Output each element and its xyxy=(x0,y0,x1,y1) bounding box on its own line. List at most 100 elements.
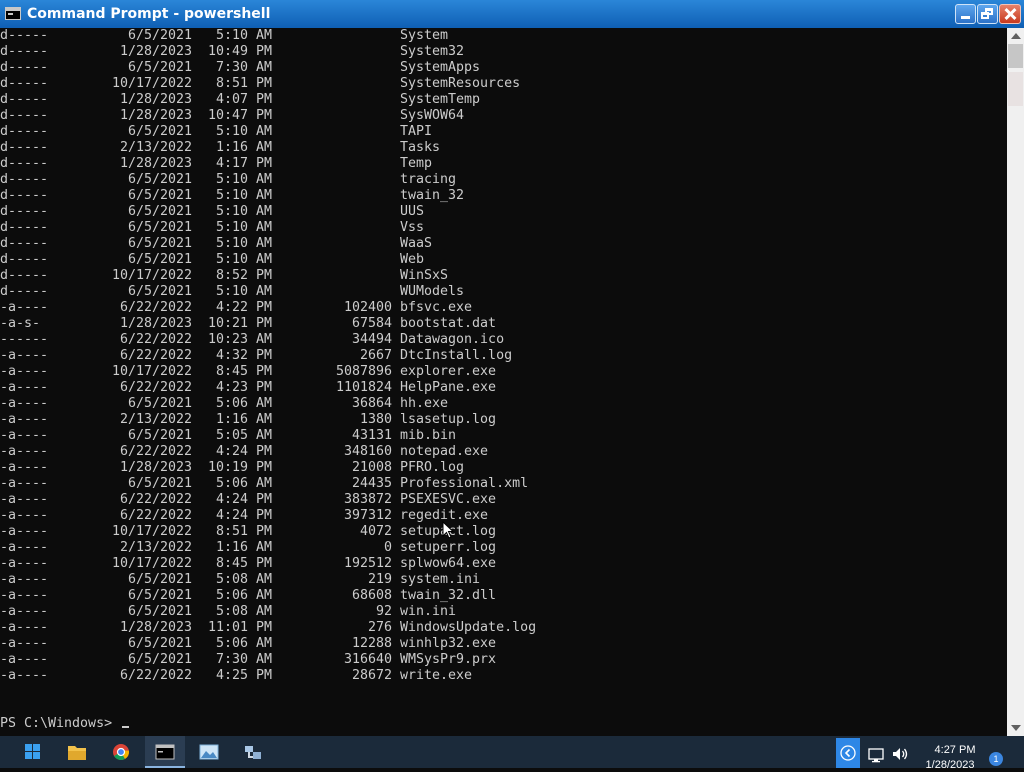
item-time: 4:32 PM xyxy=(215,348,272,363)
command-prompt-icon xyxy=(155,744,175,760)
item-date: 6/22/2022 xyxy=(119,492,192,507)
item-date: 6/5/2021 xyxy=(127,284,192,299)
item-name: hh.exe xyxy=(400,396,449,411)
item-length: 383872 xyxy=(343,492,392,507)
scroll-up-icon[interactable] xyxy=(1011,33,1021,39)
item-date: 6/5/2021 xyxy=(127,572,192,587)
item-date: 6/5/2021 xyxy=(127,172,192,187)
item-time: 8:45 PM xyxy=(215,364,272,379)
item-mode: -a---- xyxy=(0,348,49,363)
listing-row: -a---- 1/28/2023 11:01 PM 276 WindowsUpdate.… xyxy=(0,620,1000,636)
item-date: 6/5/2021 xyxy=(127,604,192,619)
item-length: 2667 xyxy=(359,348,392,363)
item-length: 0 xyxy=(383,540,392,555)
item-name: twain_32 xyxy=(400,188,465,203)
item-time: 1:16 AM xyxy=(215,540,272,555)
listing-row: d----- 6/5/2021 5:10 AM UUS xyxy=(0,204,1000,220)
item-mode: -a---- xyxy=(0,444,49,459)
item-name: twain_32.dll xyxy=(400,588,497,603)
item-date: 6/22/2022 xyxy=(119,300,192,315)
item-mode: d----- xyxy=(0,204,49,219)
item-mode: d----- xyxy=(0,76,49,91)
item-date: 10/17/2022 xyxy=(111,268,192,283)
item-mode: d----- xyxy=(0,92,49,107)
item-time: 7:30 AM xyxy=(215,60,272,75)
item-length: 43131 xyxy=(351,428,392,443)
item-time: 5:10 AM xyxy=(215,188,272,203)
item-date: 6/22/2022 xyxy=(119,332,192,347)
item-length: 192512 xyxy=(343,556,392,571)
scroll-down-icon[interactable] xyxy=(1011,725,1021,731)
listing-row: d----- 6/5/2021 5:10 AM TAPI xyxy=(0,124,1000,140)
item-name: explorer.exe xyxy=(400,364,497,379)
item-name: UUS xyxy=(400,204,425,219)
vertical-scrollbar[interactable] xyxy=(1007,28,1024,736)
network-icon[interactable] xyxy=(866,744,886,764)
item-length: 24435 xyxy=(351,476,392,491)
listing-row: -a---- 6/5/2021 5:06 AM 68608 twain_32.dll xyxy=(0,588,1000,604)
window-title-bar[interactable]: Command Prompt - powershell xyxy=(0,0,1024,28)
listing-row: d----- 2/13/2022 1:16 AM Tasks xyxy=(0,140,1000,156)
prompt-text: PS C:\Windows> xyxy=(0,716,121,731)
listing-row: -a---- 6/5/2021 5:06 AM 24435 Professional.x… xyxy=(0,476,1000,492)
listing-row: d----- 6/5/2021 5:10 AM System xyxy=(0,28,1000,44)
command-prompt-line[interactable]: PS C:\Windows> xyxy=(0,716,130,732)
volume-icon[interactable] xyxy=(890,744,910,764)
item-name: mib.bin xyxy=(400,428,457,443)
notification-badge[interactable]: 1 xyxy=(989,752,1003,766)
taskbar-clock-time[interactable]: 4:27 PM xyxy=(930,744,980,756)
minimize-button[interactable] xyxy=(955,4,976,24)
listing-row: -a---- 1/28/2023 10:19 PM 21008 PFRO.log xyxy=(0,460,1000,476)
item-mode: d----- xyxy=(0,220,49,235)
item-length: 102400 xyxy=(343,300,392,315)
item-name: DtcInstall.log xyxy=(400,348,513,363)
taskbar-network-tool[interactable] xyxy=(233,736,273,768)
item-time: 4:17 PM xyxy=(215,156,272,171)
item-date: 6/5/2021 xyxy=(127,396,192,411)
item-name: win.ini xyxy=(400,604,457,619)
item-time: 10:49 PM xyxy=(207,44,272,59)
taskbar-photos[interactable] xyxy=(189,736,229,768)
item-mode: -a---- xyxy=(0,508,49,523)
item-time: 4:24 PM xyxy=(215,508,272,523)
item-date: 2/13/2022 xyxy=(119,412,192,427)
item-time: 8:51 PM xyxy=(215,524,272,539)
console-output[interactable]: d----- 6/5/2021 5:10 AM System d----- 1/28/20… xyxy=(0,28,1007,736)
listing-row: d----- 6/5/2021 5:10 AM twain_32 xyxy=(0,188,1000,204)
taskbar-clock-date[interactable]: 1/28/2023 xyxy=(920,759,980,771)
item-mode: d----- xyxy=(0,172,49,187)
item-mode: -a---- xyxy=(0,364,49,379)
listing-row: d----- 6/5/2021 7:30 AM SystemApps xyxy=(0,60,1000,76)
item-time: 5:10 AM xyxy=(215,236,272,251)
item-name: system.ini xyxy=(400,572,481,587)
item-time: 5:06 AM xyxy=(215,636,272,651)
item-name: notepad.exe xyxy=(400,444,489,459)
item-name: WUModels xyxy=(400,284,465,299)
item-mode: -a---- xyxy=(0,524,49,539)
item-time: 5:10 AM xyxy=(215,220,272,235)
mouse-pointer-icon xyxy=(442,521,454,539)
scrollbar-thumb[interactable] xyxy=(1008,44,1023,68)
restore-button[interactable] xyxy=(977,4,998,24)
item-length: 28672 xyxy=(351,668,392,683)
item-date: 6/5/2021 xyxy=(127,28,192,43)
item-name: SystemApps xyxy=(400,60,481,75)
item-mode: d----- xyxy=(0,252,49,267)
item-name: setuperr.log xyxy=(400,540,497,555)
item-name: HelpPane.exe xyxy=(400,380,497,395)
close-button[interactable] xyxy=(999,4,1021,24)
item-date: 6/5/2021 xyxy=(127,124,192,139)
item-time: 5:08 AM xyxy=(215,572,272,587)
taskbar-file-explorer[interactable] xyxy=(57,736,97,768)
item-mode: -a---- xyxy=(0,380,49,395)
taskbar-chrome[interactable] xyxy=(101,736,141,768)
item-mode: d----- xyxy=(0,236,49,251)
item-time: 7:30 AM xyxy=(215,652,272,667)
start-button[interactable] xyxy=(13,736,53,768)
show-hidden-icons-button[interactable] xyxy=(836,738,860,768)
item-date: 1/28/2023 xyxy=(119,316,192,331)
item-mode: -a---- xyxy=(0,300,49,315)
item-date: 6/5/2021 xyxy=(127,60,192,75)
taskbar-command-prompt[interactable] xyxy=(145,736,185,768)
item-mode: ------ xyxy=(0,332,49,347)
